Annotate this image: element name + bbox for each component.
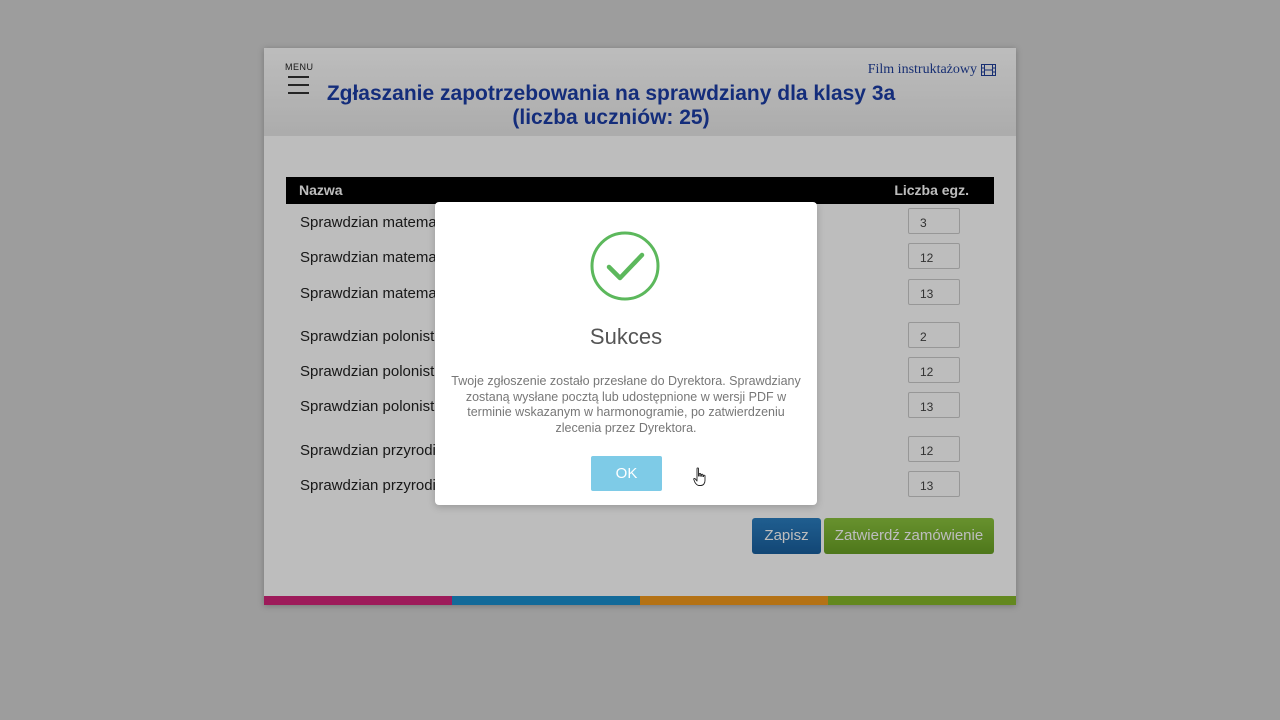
dialog-message: Twoje zgłoszenie zostało przesłane do Dy… <box>451 374 801 435</box>
dialog-title: Sukces <box>589 324 663 349</box>
success-dialog: Sukces Twoje zgłoszenie zostało przesłan… <box>435 202 817 505</box>
ok-button[interactable]: OK <box>591 456 662 491</box>
success-check-icon <box>590 231 660 301</box>
hand-cursor-icon <box>693 467 706 486</box>
